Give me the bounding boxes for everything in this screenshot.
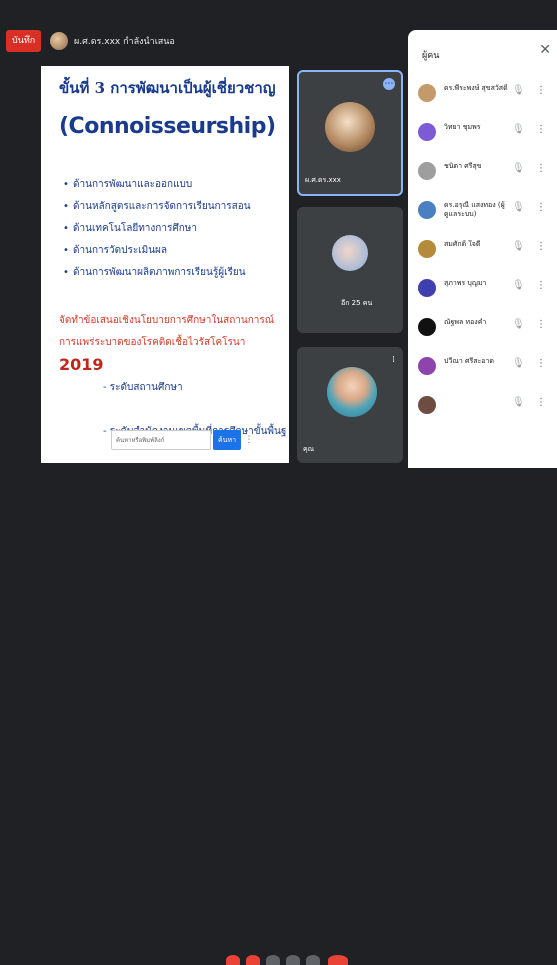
video-tile-presenter[interactable]: ⋯ ผ.ศ.ดร.xxx <box>297 70 403 196</box>
participant-avatar <box>418 279 436 297</box>
presentation-slide: ขั้นที่ 3 การพัฒนาเป็นผู้เชี่ยวชาญ (Conn… <box>41 66 289 463</box>
slide-bullets: ด้านการพัฒนาและออกแบบ ด้านหลักสูตรและการ… <box>63 174 283 284</box>
more-options-icon[interactable]: ⋮ <box>536 241 546 252</box>
slide-bullet: ด้านหลักสูตรและการจัดการเรียนการสอน <box>63 196 283 218</box>
tile-name: คุณ <box>303 445 315 453</box>
participant-avatar <box>325 102 375 152</box>
participant-avatar <box>418 84 436 102</box>
slide-subitem: - ระดับสถานศึกษา <box>103 382 183 393</box>
mic-off-icon: ⁞ <box>392 355 395 365</box>
participant-item[interactable]: ดร.อรุณี แสงทอง (ผู้ดูแลระบบ) 🎙︎ ⋮ <box>408 193 557 232</box>
captions-button[interactable] <box>266 955 280 965</box>
participant-avatar <box>327 367 377 417</box>
mic-off-icon[interactable]: 🎙︎ <box>512 241 525 252</box>
mic-button[interactable] <box>226 955 240 965</box>
slide-bullet: ด้านการพัฒนาผลิตภาพการเรียนรู้ผู้เรียน <box>63 262 283 284</box>
more-options-icon[interactable]: ⋮ <box>536 85 546 96</box>
present-button[interactable] <box>286 955 300 965</box>
slide-search-button[interactable]: ค้นหา <box>213 430 241 450</box>
participant-group-avatar <box>332 235 368 271</box>
participant-avatar <box>418 123 436 141</box>
participant-item[interactable]: สุภาพร บุญมา 🎙︎ ⋮ <box>408 271 557 310</box>
slide-search-input[interactable]: ค้นหาหรือพิมพ์ลิงก์ <box>111 430 211 450</box>
mic-off-icon[interactable]: 🎙︎ <box>512 85 525 96</box>
presenter-indicator: ผ.ศ.ดร.xxx กำลังนำเสนอ <box>50 30 175 52</box>
slide-year: 2019 <box>59 355 104 374</box>
control-bar <box>0 468 557 965</box>
participant-avatar <box>418 201 436 219</box>
mic-off-icon[interactable]: 🎙︎ <box>512 397 525 408</box>
slide-bullet: ด้านการวัดประเมินผล <box>63 240 283 262</box>
slide-bullet: ด้านเทคโนโลยีทางการศึกษา <box>63 218 283 240</box>
participant-name: สมศักดิ์ ใจดี <box>444 240 481 248</box>
slide-title: ขั้นที่ 3 การพัฒนาเป็นผู้เชี่ยวชาญ <box>59 79 276 97</box>
participant-item[interactable]: ดร.พีระพงษ์ สุขสวัสดิ์ 🎙︎ ⋮ <box>408 76 557 115</box>
panel-title: ผู้คน <box>422 51 440 61</box>
presenter-name: ผ.ศ.ดร.xxx กำลังนำเสนอ <box>74 37 175 47</box>
video-tile-others[interactable]: อีก 25 คน <box>297 207 403 333</box>
more-options-icon[interactable]: ⋮ <box>536 319 546 330</box>
slide-options-icon[interactable]: ⋮ <box>243 430 255 450</box>
mic-off-icon[interactable]: 🎙︎ <box>512 163 525 174</box>
participant-item[interactable]: วิทยา ชุมพร 🎙︎ ⋮ <box>408 115 557 154</box>
slide-subtitle: (Connoisseurship) <box>59 114 276 139</box>
leave-call-button[interactable] <box>328 955 348 965</box>
participant-name: ดร.อรุณี แสงทอง (ผู้ดูแลระบบ) <box>444 201 505 218</box>
mic-off-icon[interactable]: 🎙︎ <box>512 358 525 369</box>
mic-off-icon[interactable]: 🎙︎ <box>512 202 525 213</box>
more-options-icon[interactable]: ⋮ <box>536 202 546 213</box>
participant-item[interactable]: 🎙︎ ⋮ <box>408 388 557 427</box>
more-options-icon[interactable]: ⋮ <box>536 124 546 135</box>
camera-button[interactable] <box>246 955 260 965</box>
more-options-icon[interactable]: ⋮ <box>536 358 546 369</box>
participant-name: สุภาพร บุญมา <box>444 279 487 287</box>
mic-off-icon[interactable]: 🎙︎ <box>512 124 525 135</box>
record-badge[interactable]: บันทึก <box>6 30 42 52</box>
people-panel: ผู้คน ✕ ดร.พีระพงษ์ สุขสวัสดิ์ 🎙︎ ⋮ วิทยา ช… <box>408 30 557 482</box>
participant-name: ชนิตา ศรีสุข <box>444 162 482 170</box>
more-options-icon[interactable]: ⋮ <box>536 397 546 408</box>
participant-avatar <box>418 318 436 336</box>
slide-red-body: จัดทำข้อเสนอเชิงนโยบายการศึกษาในสถานการณ… <box>59 315 275 348</box>
mic-off-icon[interactable]: 🎙︎ <box>512 319 525 330</box>
participant-avatar <box>418 396 436 414</box>
participant-name: ณัฐพล ทองคำ <box>444 318 487 326</box>
tile-name: ผ.ศ.ดร.xxx <box>305 176 341 184</box>
participant-item[interactable]: ชนิตา ศรีสุข 🎙︎ ⋮ <box>408 154 557 193</box>
slide-bullet: ด้านการพัฒนาและออกแบบ <box>63 174 283 196</box>
participant-list: ดร.พีระพงษ์ สุขสวัสดิ์ 🎙︎ ⋮ วิทยา ชุมพร 🎙︎ ⋮ ช… <box>408 76 557 427</box>
participant-name: ดร.พีระพงษ์ สุขสวัสดิ์ <box>444 84 508 92</box>
participant-avatar <box>418 162 436 180</box>
presenter-avatar <box>50 32 68 50</box>
more-options-icon[interactable]: ⋮ <box>536 280 546 291</box>
tile-name: อีก 25 คน <box>341 299 373 307</box>
participant-name: ปวีณา ศรีสะอาด <box>444 357 494 365</box>
participant-item[interactable]: สมศักดิ์ ใจดี 🎙︎ ⋮ <box>408 232 557 271</box>
more-options-icon[interactable]: ⋯ <box>383 78 395 90</box>
participant-item[interactable]: ณัฐพล ทองคำ 🎙︎ ⋮ <box>408 310 557 349</box>
participant-avatar <box>418 240 436 258</box>
participant-item[interactable]: ปวีณา ศรีสะอาด 🎙︎ ⋮ <box>408 349 557 388</box>
more-options-icon[interactable]: ⋮ <box>536 163 546 174</box>
close-icon[interactable]: ✕ <box>539 42 551 58</box>
participant-avatar <box>418 357 436 375</box>
participant-name: วิทยา ชุมพร <box>444 123 481 131</box>
reactions-button[interactable] <box>306 955 320 965</box>
mic-off-icon[interactable]: 🎙︎ <box>512 280 525 291</box>
video-tile-self[interactable]: ⁞ คุณ <box>297 347 403 463</box>
panel-header: ผู้คน ✕ <box>408 30 557 76</box>
